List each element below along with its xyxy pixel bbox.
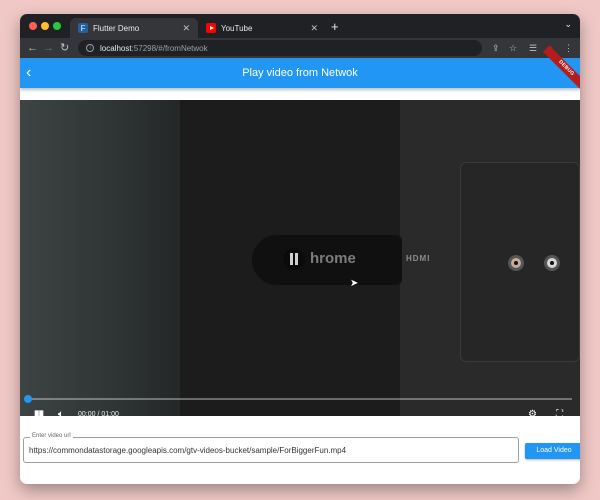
maximize-window-button[interactable] [53, 22, 61, 30]
minimize-window-button[interactable] [41, 22, 49, 30]
gear-icon[interactable]: ⚙ [528, 408, 537, 416]
seek-thumb[interactable] [24, 395, 32, 403]
close-icon[interactable]: ✕ [310, 23, 318, 34]
forward-arrow-icon[interactable]: → [43, 40, 54, 56]
av-port [508, 255, 524, 271]
back-arrow-icon[interactable]: ← [27, 40, 38, 56]
address-bar[interactable]: i localhost :57298/#/fromNetwok [78, 40, 482, 56]
fullscreen-icon[interactable]: ⛶ [556, 408, 563, 416]
tab-flutter-demo[interactable]: F Flutter Demo ✕ [70, 18, 198, 38]
video-url-field[interactable]: Enter video url https://commondatastorag… [23, 433, 519, 463]
video-frame-left [20, 100, 180, 416]
bookmark-star-icon[interactable]: ☆ [509, 41, 517, 55]
tab-strip: F Flutter Demo ✕ YouTube ✕ + ⌄ [20, 14, 580, 38]
pause-overlay-icon[interactable] [283, 248, 305, 270]
chevron-down-icon[interactable]: ⌄ [564, 19, 572, 30]
video-player[interactable]: HDMI hrome ➤ ▮▮ 🔈︎ 00:00 / 01:00 ⚙ ⛶ [20, 100, 580, 416]
reload-icon[interactable]: ↻ [60, 40, 69, 56]
share-icon[interactable]: ⇪ [492, 41, 500, 55]
reading-list-icon[interactable]: ☰ [529, 41, 537, 55]
new-tab-button[interactable]: + [331, 18, 339, 36]
pause-button[interactable]: ▮▮ [34, 408, 44, 416]
hdmi-label: HDMI [406, 254, 431, 263]
tab-title: YouTube [221, 23, 253, 33]
tab-youtube[interactable]: YouTube ✕ [198, 18, 326, 38]
dongle-label: hrome [310, 250, 356, 267]
browser-window: F Flutter Demo ✕ YouTube ✕ + ⌄ ← → ↻ i l… [20, 14, 580, 484]
url-host: localhost [100, 43, 132, 53]
video-time: 00:00 / 01:00 [78, 411, 119, 416]
seek-bar[interactable] [24, 395, 572, 403]
app-bar: ‹ Play video from Netwok DEBUG [20, 45, 580, 92]
tab-title: Flutter Demo [93, 23, 140, 33]
more-menu-icon[interactable]: ⋮ [564, 41, 573, 55]
video-url-value[interactable]: https://commondatastorage.googleapis.com… [29, 446, 346, 455]
close-window-button[interactable] [29, 22, 37, 30]
mouse-cursor-icon: ➤ [350, 278, 359, 289]
load-video-button[interactable]: Load Video [525, 443, 580, 459]
av-port [544, 255, 560, 271]
volume-icon[interactable]: 🔈︎ [58, 408, 64, 416]
video-url-label: Enter video url [30, 433, 73, 439]
youtube-icon [206, 23, 216, 33]
info-icon[interactable]: i [86, 44, 94, 52]
flutter-icon: F [78, 23, 88, 33]
close-icon[interactable]: ✕ [182, 23, 190, 34]
browser-toolbar: ← → ↻ i localhost :57298/#/fromNetwok ⇪ … [20, 38, 580, 58]
url-path: :57298/#/fromNetwok [131, 43, 208, 53]
page-title: Play video from Netwok [242, 67, 358, 79]
